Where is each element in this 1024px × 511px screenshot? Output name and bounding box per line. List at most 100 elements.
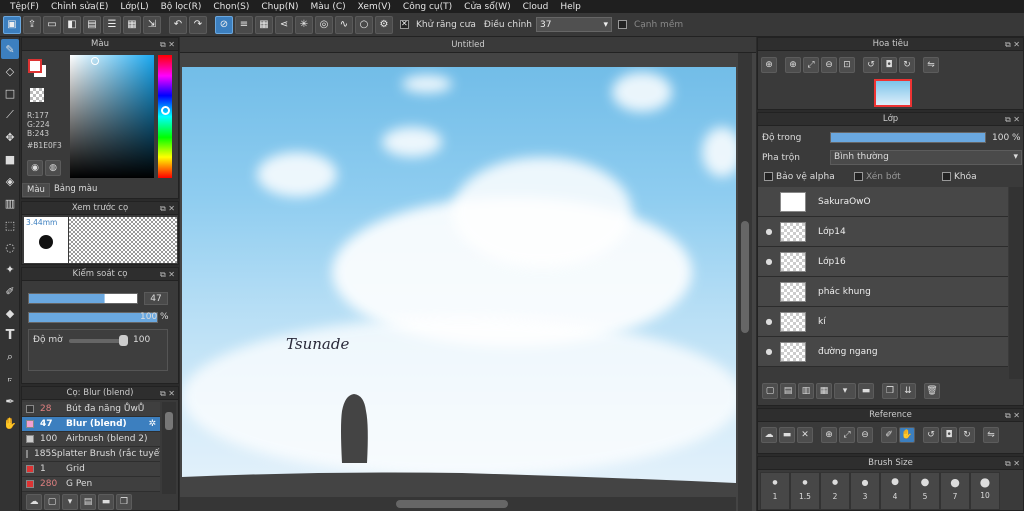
magic-wand-icon[interactable]: ✦	[1, 259, 19, 279]
open-folder-icon[interactable]: ▬	[779, 427, 795, 443]
gear-icon[interactable]: ✲	[148, 419, 156, 429]
text-tool-icon[interactable]: T	[1, 325, 19, 345]
color-wheel-icon[interactable]: ◉	[27, 160, 43, 176]
snap-off-icon[interactable]: ⊘	[215, 15, 233, 34]
layer-opacity-slider[interactable]	[830, 132, 986, 143]
flip-icon[interactable]: ⇋	[923, 57, 939, 73]
reset-rotate-icon[interactable]: ◘	[881, 57, 897, 73]
folder-icon[interactable]: ▬	[98, 494, 114, 510]
grid-snap-icon[interactable]: ▦	[255, 15, 273, 34]
folder-icon[interactable]: ▬	[858, 383, 874, 399]
rotate-left-icon[interactable]: ↺	[923, 427, 939, 443]
comic-icon[interactable]: ◧	[63, 15, 81, 34]
canvas-horizontal-scrollbar[interactable]	[180, 497, 736, 511]
canvas-tab[interactable]: Untitled	[180, 37, 756, 53]
antialias-checkbox[interactable]	[400, 19, 409, 29]
app-icon[interactable]: ▣	[3, 15, 21, 34]
layer-row[interactable]: ● Lớp16	[758, 247, 1008, 277]
visibility-icon[interactable]: ●	[758, 317, 780, 326]
brush-tool-icon[interactable]: ✎	[1, 39, 19, 59]
parallel-snap-icon[interactable]: ≡	[235, 15, 253, 34]
layer-row[interactable]: ● kí	[758, 307, 1008, 337]
settings-gear-icon[interactable]: ⚙	[375, 15, 393, 34]
fit-icon[interactable]: ⤢	[803, 57, 819, 73]
size-cell[interactable]: ● 4	[880, 472, 910, 510]
redo-icon[interactable]: ↷	[189, 15, 207, 34]
undo-icon[interactable]: ↶	[169, 15, 187, 34]
size-cell[interactable]: ● 10	[970, 472, 1000, 510]
menu-edit[interactable]: Chỉnh sửa(E)	[45, 2, 114, 12]
zoom-in-icon[interactable]: ⊕	[821, 427, 837, 443]
menu-select[interactable]: Chọn(S)	[207, 2, 255, 12]
new-layer-copy-icon[interactable]: ▤	[780, 383, 796, 399]
new-brush-icon[interactable]: ▢	[44, 494, 60, 510]
canvas-vertical-scrollbar[interactable]	[738, 53, 752, 511]
lasso-icon[interactable]: ◌	[1, 237, 19, 257]
panel-pin-close-icon[interactable]: ⧉ ✕	[1005, 457, 1020, 470]
panel-pin-close-icon[interactable]: ⧉ ✕	[160, 268, 175, 281]
visibility-icon[interactable]: ●	[758, 227, 780, 236]
rotate-right-icon[interactable]: ↻	[959, 427, 975, 443]
new-layer-icon[interactable]: ▢	[762, 383, 778, 399]
blur-slider-knob[interactable]	[119, 335, 128, 346]
size-cell[interactable]: ● 1	[760, 472, 790, 510]
line-tool-icon[interactable]: ⟋	[1, 105, 19, 125]
fit-icon[interactable]: ⤢	[839, 427, 855, 443]
blend-mode-select[interactable]: Bình thường ▾	[830, 150, 1022, 165]
scroll-thumb[interactable]	[741, 221, 749, 333]
layer-row[interactable]: ● đường ngang	[758, 337, 1008, 367]
zoom-out-icon[interactable]: ⊕	[785, 57, 801, 73]
zoom-minus-icon[interactable]: ⊖	[821, 57, 837, 73]
actual-size-icon[interactable]: ⊡	[839, 57, 855, 73]
brush-menu-icon[interactable]: ▾	[62, 494, 78, 510]
rect-tool-icon[interactable]: □	[1, 83, 19, 103]
brush-list-scrollbar[interactable]	[162, 402, 176, 494]
radial-snap-icon[interactable]: ✳	[295, 15, 313, 34]
soft-edge-checkbox[interactable]	[617, 20, 627, 29]
panel-pin-close-icon[interactable]: ⧉ ✕	[160, 202, 175, 215]
layer-row[interactable]: phác khung	[758, 277, 1008, 307]
palette-icon[interactable]: ◍	[45, 160, 61, 176]
panel-pin-close-icon[interactable]: ⧉ ✕	[160, 387, 175, 400]
list-item[interactable]: 28 Bút đa năng ŮwŮ	[22, 402, 160, 417]
panel-pin-close-icon[interactable]: ⧉ ✕	[1005, 409, 1020, 422]
zoom-out-icon[interactable]: ⊖	[857, 427, 873, 443]
flip-icon[interactable]: ⇋	[983, 427, 999, 443]
lock-checkbox[interactable]	[942, 172, 951, 181]
select-pen-icon[interactable]: ✐	[1, 281, 19, 301]
menu-cloud[interactable]: Cloud	[517, 2, 555, 12]
hue-slider[interactable]	[158, 55, 172, 178]
list-item[interactable]: 280 G Pen	[22, 477, 160, 492]
edit-brush-icon[interactable]: ▤	[80, 494, 96, 510]
menu-file[interactable]: Tệp(F)	[4, 2, 45, 12]
page-icon[interactable]: ▤	[83, 15, 101, 34]
size-value[interactable]: 47	[144, 292, 168, 305]
tab-color[interactable]: Màu	[22, 183, 50, 197]
hand-icon[interactable]: ✋	[899, 427, 915, 443]
adjust-select[interactable]: 37 ▾	[535, 17, 612, 32]
size-cell[interactable]: ● 2	[820, 472, 850, 510]
new-layer-1bit-icon[interactable]: ▦	[816, 383, 832, 399]
size-cell[interactable]: ● 5	[910, 472, 940, 510]
visibility-icon[interactable]: ●	[758, 347, 780, 356]
duplicate-layer-icon[interactable]: ❐	[882, 383, 898, 399]
size-cell[interactable]: ● 3	[850, 472, 880, 510]
list-item[interactable]: 1 Grid	[22, 462, 160, 477]
curve-snap-icon[interactable]: ∿	[335, 15, 353, 34]
perspective-snap-icon[interactable]: ⋖	[275, 15, 293, 34]
size-cell[interactable]: ● 1.5	[790, 472, 820, 510]
zoom-in-icon[interactable]: ⊕	[761, 57, 777, 73]
blur-slider[interactable]	[69, 339, 125, 343]
layer-row[interactable]: SakuraOwO	[758, 187, 1008, 217]
pen-icon[interactable]: ✒	[1, 391, 19, 411]
canvas[interactable]: Tsunade	[182, 67, 736, 505]
select-rect-icon[interactable]: ⬚	[1, 215, 19, 235]
list-item[interactable]: 185 Splatter Brush (rắc tuyết)	[22, 447, 160, 462]
size-cell[interactable]: ● 7	[940, 472, 970, 510]
fill-rect-tool-icon[interactable]: ■	[1, 149, 19, 169]
export-icon[interactable]: ⇲	[143, 15, 161, 34]
menu-tools[interactable]: Công cụ(T)	[397, 2, 458, 12]
new-layer-8bit-icon[interactable]: ▥	[798, 383, 814, 399]
duplicate-icon[interactable]: ❐	[116, 494, 132, 510]
list-icon[interactable]: ☰	[103, 15, 121, 34]
